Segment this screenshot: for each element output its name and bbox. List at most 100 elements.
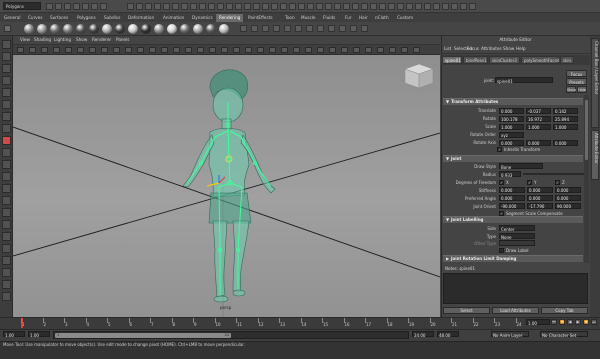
playback-icon[interactable]: ⏩	[583, 319, 589, 325]
end-time-field[interactable]: 48.00	[437, 331, 459, 338]
ae-menu-attributes[interactable]: Attributes	[481, 46, 502, 51]
status-line-tool-icon[interactable]	[334, 3, 341, 10]
toolbox-tool-icon[interactable]	[2, 52, 11, 61]
status-line-tool-icon[interactable]	[262, 3, 269, 10]
status-line-tool-icon[interactable]	[253, 3, 260, 10]
range-slider[interactable]: 1 24	[53, 331, 409, 339]
anim-layer-dropdown[interactable]: No Anim Layer	[491, 331, 529, 338]
shelf-tab-general[interactable]: General	[1, 14, 24, 22]
type-dropdown[interactable]: None	[499, 233, 535, 240]
playback-end-field[interactable]: 24.00	[412, 331, 434, 338]
view-cube[interactable]	[404, 63, 434, 89]
ae-tab-polysmoothface4[interactable]: polySmoothFace4	[521, 56, 560, 64]
transform-field-rotate-axis[interactable]: 0.000	[553, 140, 578, 146]
panel-toolbar-icon[interactable]	[365, 47, 372, 53]
shelf-shader-icon[interactable]	[102, 24, 112, 34]
transform-field-translate[interactable]: -0.037	[526, 108, 551, 114]
toolbox-tool-icon[interactable]	[2, 88, 11, 97]
status-line-tool-icon[interactable]	[235, 3, 242, 10]
panel-toolbar-icon[interactable]	[221, 47, 228, 53]
panel-toolbar-icon[interactable]	[413, 47, 420, 53]
status-line-tool-icon[interactable]	[271, 3, 278, 10]
draw-label-checkbox[interactable]	[499, 248, 504, 253]
status-line-tool-icon[interactable]	[154, 3, 161, 10]
shelf-tab-polygons[interactable]: Polygons	[74, 14, 99, 22]
panel-toolbar-icon[interactable]	[185, 47, 192, 53]
ae-button-load-attributes[interactable]: Load Attributes	[492, 307, 539, 314]
panel-toolbar-icon[interactable]	[329, 47, 336, 53]
transform-field-scale[interactable]: 1.000	[553, 124, 578, 130]
panel-menu-shading[interactable]: Shading	[34, 37, 51, 42]
status-line-tool-icon[interactable]	[181, 3, 188, 10]
panel-toolbar-icon[interactable]	[233, 47, 240, 53]
status-line-tool-icon[interactable]	[460, 3, 467, 10]
focus-button[interactable]: Focus	[566, 70, 587, 77]
shelf-tab-subdivs[interactable]: Subdivs	[101, 14, 123, 22]
panel-toolbar-icon[interactable]	[113, 47, 120, 53]
viewport-persp[interactable]: persp	[13, 55, 440, 317]
status-line-tool-icon[interactable]	[370, 3, 377, 10]
channel-box-tab[interactable]: Channel Box / Layer Editor	[591, 38, 599, 128]
ae-button-select[interactable]: Select	[443, 307, 490, 314]
current-frame-field[interactable]: 1.00	[526, 319, 550, 326]
panel-toolbar-icon[interactable]	[281, 47, 288, 53]
shelf-shader-icon[interactable]	[37, 24, 47, 34]
shelf-shader-icon[interactable]	[76, 24, 86, 34]
panel-toolbar-icon[interactable]	[317, 47, 324, 53]
playback-icon[interactable]: ⏪	[559, 319, 565, 325]
shelf-tab-curves[interactable]: Curves	[25, 14, 46, 22]
preferred-angle-field[interactable]: 0.000	[555, 195, 581, 201]
status-line-tool-icon[interactable]	[469, 3, 476, 10]
panel-toolbar-icon[interactable]	[269, 47, 276, 53]
preferred-angle-field[interactable]: 0.000	[527, 195, 553, 201]
status-line-tool-icon[interactable]	[316, 3, 323, 10]
node-name-field[interactable]: spine01	[495, 77, 553, 84]
shelf-shader-icon[interactable]	[206, 24, 216, 34]
status-line-tool-icon[interactable]	[163, 3, 170, 10]
dof-checkbox-x[interactable]: ✓	[499, 180, 504, 185]
panel-toolbar-icon[interactable]	[341, 47, 348, 53]
shelf-tool-icon[interactable]	[339, 25, 346, 32]
transform-field-rotate-axis[interactable]: 0.000	[499, 140, 524, 146]
shelf-tab-muscle[interactable]: Muscle	[298, 14, 319, 22]
status-line-tool-icon[interactable]	[307, 3, 314, 10]
panel-toolbar-icon[interactable]	[125, 47, 132, 53]
panel-toolbar-icon[interactable]	[101, 47, 108, 53]
range-slider-handle[interactable]: 1 24	[55, 333, 231, 338]
toolbox-tool-icon[interactable]	[2, 64, 11, 73]
status-line-tool-icon[interactable]	[298, 3, 305, 10]
shelf-tab-fluids[interactable]: Fluids	[320, 14, 338, 22]
radius-slider[interactable]	[523, 173, 585, 175]
status-line-tool-icon[interactable]	[226, 3, 233, 10]
transform-field-scale[interactable]: 1.000	[499, 124, 524, 130]
transform-field-rotate-order[interactable]: xyz	[499, 132, 524, 138]
toolbox-tool-icon[interactable]	[2, 220, 11, 229]
status-line-tool-icon[interactable]	[442, 3, 449, 10]
toolbox-tool-icon[interactable]	[2, 148, 11, 157]
inherits-transform-checkbox[interactable]: ✓	[497, 147, 502, 152]
toolbox-tool-icon[interactable]	[2, 244, 11, 253]
transform-field-translate[interactable]: 0.000	[499, 108, 524, 114]
ae-tab-spine01[interactable]: spine01	[442, 56, 462, 64]
shelf-tool-icon[interactable]	[273, 25, 280, 32]
panel-toolbar-icon[interactable]	[29, 47, 36, 53]
show-button[interactable]: Show	[566, 86, 576, 93]
character-set-dropdown[interactable]: No Character Set	[540, 331, 588, 338]
panel-toolbar-icon[interactable]	[137, 47, 144, 53]
other-type-field[interactable]	[499, 240, 535, 246]
status-line-tool-icon[interactable]	[217, 3, 224, 10]
shelf-tool-icon[interactable]	[284, 25, 291, 32]
shelf-shader-icon[interactable]	[128, 24, 138, 34]
shelf-tool-icon[interactable]	[306, 25, 313, 32]
panel-toolbar-icon[interactable]	[257, 47, 264, 53]
status-line-tool-icon[interactable]	[325, 3, 332, 10]
status-line-tool-icon[interactable]	[82, 3, 89, 10]
status-line-tool-icon[interactable]	[127, 3, 134, 10]
status-line-tool-icon[interactable]	[451, 3, 458, 10]
panel-menu-view[interactable]: View	[20, 37, 30, 42]
shelf-shader-icon[interactable]	[63, 24, 73, 34]
panel-toolbar-icon[interactable]	[353, 47, 360, 53]
shelf-tab-custom[interactable]: Custom	[394, 14, 416, 22]
ae-tab-skin[interactable]: skin	[560, 56, 574, 64]
shelf-tool-icon[interactable]	[361, 25, 368, 32]
